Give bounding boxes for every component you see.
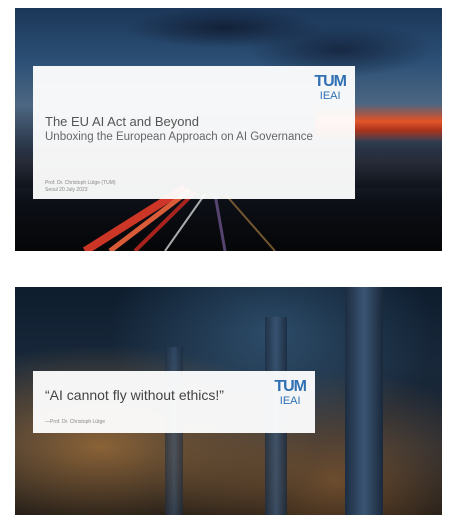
logo-ieai: IEAI	[319, 90, 341, 102]
slide-subtitle-text: Unboxing the European Approach on AI Gov…	[45, 131, 313, 143]
quote-attribution: —Prof. Dr. Christoph Lütge	[45, 419, 106, 425]
slide-title: TUM IEAI The EU AI Act and Beyond Unboxi…	[15, 8, 442, 251]
logo-ieai: IEAI	[279, 395, 301, 407]
date-text: Seoul 20 July 2023	[45, 187, 88, 193]
quote-card: TUM IEAI “AI cannot fly without ethics!”…	[33, 371, 315, 433]
tum-ieai-logo: TUM IEAI	[314, 73, 347, 103]
logo-tum: TUM	[274, 378, 307, 395]
skyscraper	[345, 287, 383, 515]
tum-ieai-logo: TUM IEAI	[274, 378, 307, 408]
quote-text: “AI cannot fly without ethics!”	[45, 387, 224, 403]
slide-quote: TUM IEAI “AI cannot fly without ethics!”…	[15, 287, 442, 515]
slide-title-text: The EU AI Act and Beyond	[45, 114, 199, 129]
author-text: Prof. Dr. Christoph Lütge (TUM)	[45, 180, 116, 186]
title-card: TUM IEAI The EU AI Act and Beyond Unboxi…	[33, 66, 355, 199]
logo-tum: TUM	[314, 73, 347, 90]
